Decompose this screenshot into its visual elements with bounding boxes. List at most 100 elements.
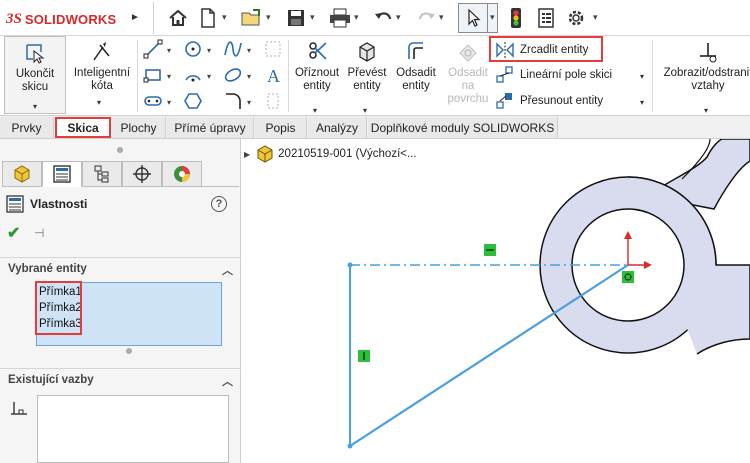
line-icon[interactable]	[142, 38, 164, 60]
rebuild-icon[interactable]	[504, 6, 528, 30]
tab-sketch[interactable]: Skica	[55, 117, 111, 138]
property-manager-panel: Vlastnosti ? ✔ ⊣ Vybrané entity ︿ Přímka…	[0, 139, 241, 463]
linear-pattern-dropdown-icon[interactable]: ▾	[640, 72, 644, 81]
list-resize-grip[interactable]	[126, 348, 132, 354]
display-delete-relations-label: Zobrazit/odstranit vztahy	[663, 67, 750, 92]
arc-dropdown-icon[interactable]: ▾	[207, 72, 211, 81]
convert-dropdown-icon[interactable]: ▾	[363, 106, 367, 115]
open-dropdown-icon[interactable]: ▾	[266, 12, 271, 23]
convert-entities-button[interactable]: Převést entity	[344, 40, 390, 93]
line-dropdown-icon[interactable]: ▾	[167, 46, 171, 55]
tab-label: Analýzy	[315, 120, 359, 135]
options-dropdown-icon[interactable]: ▾	[593, 12, 598, 23]
offset-on-surface-button[interactable]: Odsadit na povrchu	[442, 40, 494, 106]
save-icon[interactable]	[284, 6, 308, 30]
convert-entities-icon	[355, 40, 379, 64]
text-icon[interactable]: A	[262, 64, 284, 86]
print-dropdown-icon[interactable]: ▾	[354, 12, 359, 23]
selected-entities-title: Vybrané entity	[8, 262, 87, 275]
relation-icon	[11, 402, 27, 415]
selected-entities-header[interactable]: Vybrané entity ︿	[0, 257, 241, 279]
home-icon[interactable]	[166, 6, 190, 30]
options-gear-icon[interactable]	[564, 6, 588, 30]
new-dropdown-icon[interactable]: ▾	[222, 12, 227, 23]
undo-dropdown-icon[interactable]: ▾	[396, 12, 401, 23]
new-document-icon[interactable]	[196, 6, 220, 30]
smart-dimension-dropdown-icon[interactable]: ▾	[97, 98, 101, 107]
fillet-dropdown-icon[interactable]: ▾	[247, 98, 251, 107]
exit-sketch-dropdown-icon[interactable]: ▾	[33, 100, 37, 113]
exit-sketch-button[interactable]: Ukončit skicu ▾	[4, 36, 66, 114]
select-icon[interactable]	[462, 6, 486, 30]
save-dropdown-icon[interactable]: ▾	[310, 12, 315, 23]
help-symbol: ?	[215, 198, 223, 210]
property-manager-tab[interactable]	[42, 161, 82, 187]
open-icon[interactable]	[240, 6, 264, 30]
select-dropdown-icon[interactable]: ▾	[490, 12, 495, 23]
rectangle-dropdown-icon[interactable]: ▾	[167, 72, 171, 81]
collapse-chevron-icon[interactable]: ︿	[222, 373, 233, 389]
offset-entities-label: Odsadit entity	[396, 67, 436, 92]
logo-menu-arrow-icon[interactable]: ►	[130, 12, 140, 23]
trim-entities-button[interactable]: Oříznout entity	[292, 40, 342, 93]
display-delete-relations-button[interactable]: Zobrazit/odstranit vztahy	[656, 40, 750, 93]
coincident-relation-icon[interactable]	[622, 271, 634, 283]
rectangle-icon[interactable]	[142, 64, 164, 86]
dimxpert-manager-tab[interactable]	[122, 161, 162, 187]
smart-dimension-button[interactable]: Inteligentní kóta	[70, 40, 134, 93]
offset-on-surface-label: Odsadit na povrchu	[447, 67, 489, 105]
dimxpert-icon	[133, 165, 151, 183]
collapse-chevron-icon[interactable]: ︿	[222, 262, 233, 278]
pin-icon[interactable]: ⊣	[34, 226, 44, 240]
print-icon[interactable]	[328, 6, 352, 30]
sketch-grid-icon[interactable]	[262, 38, 284, 60]
sketch-fillet-icon[interactable]	[222, 90, 244, 112]
trim-entities-icon	[305, 40, 329, 64]
plane-icon[interactable]	[262, 90, 284, 112]
property-manager-icon	[53, 165, 71, 183]
circle-dropdown-icon[interactable]: ▾	[207, 46, 211, 55]
existing-relations-title: Existující vazby	[8, 373, 94, 386]
help-icon[interactable]: ?	[211, 196, 227, 212]
redo-dropdown-icon[interactable]: ▾	[439, 12, 444, 23]
spline-dropdown-icon[interactable]: ▾	[247, 46, 251, 55]
tab-label: Doplňkové moduly SOLIDWORKS	[370, 120, 555, 135]
tab-markup[interactable]: Popis	[255, 117, 307, 138]
polygon-icon[interactable]	[182, 90, 204, 112]
spline-icon[interactable]	[222, 38, 244, 60]
offset-entities-button[interactable]: Odsadit entity	[393, 40, 439, 93]
existing-relations-header[interactable]: Existující vazby ︿	[0, 368, 241, 390]
ribbon-divider	[137, 40, 138, 112]
solidworks-logo[interactable]: 3S SOLIDWORKS	[6, 9, 116, 29]
tab-evaluate[interactable]: Analýzy	[308, 117, 367, 138]
file-properties-icon[interactable]	[534, 6, 558, 30]
slot-dropdown-icon[interactable]: ▾	[167, 98, 171, 107]
ok-check-icon[interactable]: ✔	[7, 223, 20, 243]
tab-features[interactable]: Prvky	[0, 117, 54, 138]
tab-direct-editing[interactable]: Přímé úpravy	[167, 117, 254, 138]
ellipse-icon[interactable]	[222, 64, 244, 86]
move-entities-button[interactable]: Přesunout entity	[496, 92, 603, 110]
undo-icon[interactable]	[372, 6, 396, 30]
sketch-point[interactable]	[347, 262, 353, 268]
linear-pattern-button[interactable]: Lineární pole skici	[496, 66, 612, 84]
feature-manager-tab[interactable]	[2, 161, 42, 187]
panel-resize-grip[interactable]	[117, 147, 123, 153]
trim-dropdown-icon[interactable]: ▾	[313, 106, 317, 115]
circle-icon[interactable]	[182, 38, 204, 60]
configuration-manager-tab[interactable]	[82, 161, 122, 187]
sketch-point[interactable]	[347, 443, 353, 449]
existing-relations-list[interactable]	[37, 395, 229, 463]
tab-solidworks-addins[interactable]: Doplňkové moduly SOLIDWORKS	[368, 117, 558, 138]
tab-surfaces[interactable]: Plochy	[112, 117, 166, 138]
graphics-area[interactable]: ▶ 20210519-001 (Výchozí<...	[242, 139, 750, 463]
sketch-line-diagonal[interactable]	[349, 264, 629, 447]
slot-icon[interactable]	[142, 90, 164, 112]
redo-icon[interactable]	[414, 6, 438, 30]
configuration-manager-icon	[94, 165, 109, 183]
ellipse-dropdown-icon[interactable]: ▾	[247, 72, 251, 81]
display-manager-tab[interactable]	[162, 161, 202, 187]
arc-icon[interactable]	[182, 64, 204, 86]
move-entities-dropdown-icon[interactable]: ▾	[640, 98, 644, 107]
relations-dropdown-icon[interactable]: ▾	[704, 106, 708, 115]
